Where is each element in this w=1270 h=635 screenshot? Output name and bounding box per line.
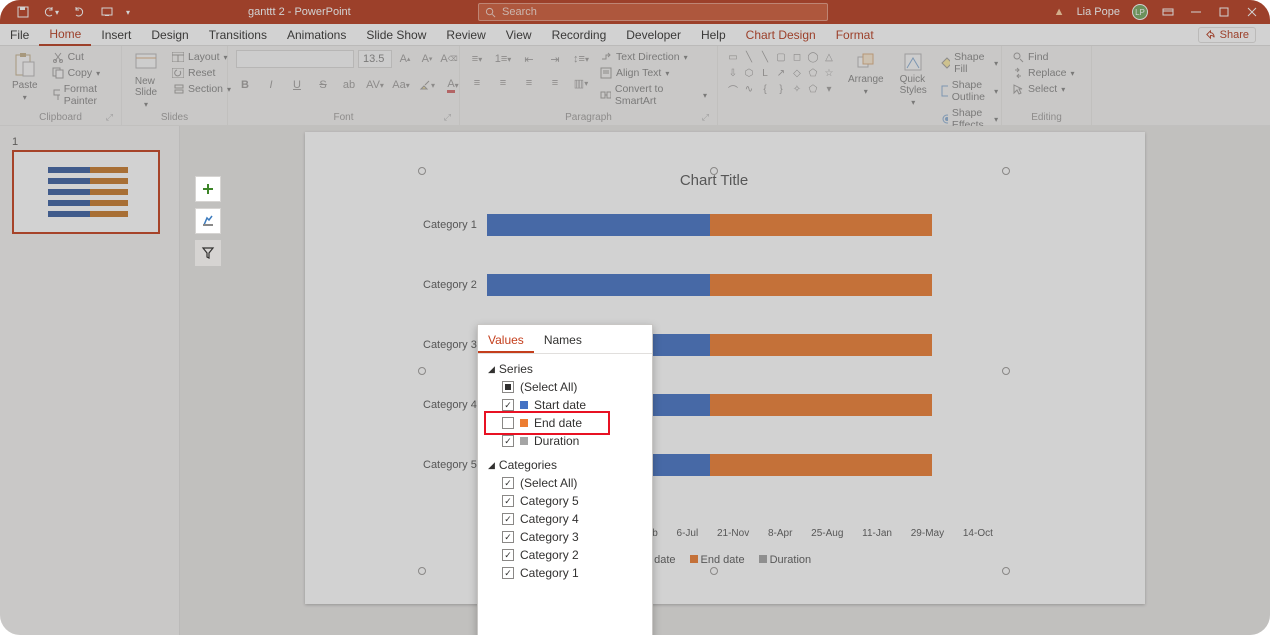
avatar[interactable]: LP	[1132, 4, 1148, 20]
tab-view[interactable]: View	[496, 24, 542, 46]
menubar: File Home Insert Design Transitions Anim…	[0, 24, 1270, 46]
filter-categories-header[interactable]: ◢Categories	[488, 458, 642, 472]
filter-cat-5[interactable]: Category 5	[488, 492, 642, 510]
align-center-icon[interactable]: ≡	[494, 74, 512, 92]
shape-fill-button[interactable]: Shape Fill ▾	[939, 50, 1000, 76]
chart-elements-button[interactable]	[195, 176, 221, 202]
start-from-beginning-icon[interactable]	[98, 3, 116, 21]
convert-smartart-button[interactable]: Convert to SmartArt ▾	[598, 82, 709, 108]
reset-button[interactable]: Reset	[170, 66, 233, 80]
align-text-button[interactable]: Align Text ▾	[598, 66, 709, 80]
select-button[interactable]: Select ▾	[1010, 82, 1077, 96]
replace-button[interactable]: Replace ▾	[1010, 66, 1077, 80]
new-slide-button[interactable]: New Slide ▾	[130, 50, 162, 111]
thumb-number: 1	[12, 136, 167, 148]
tab-insert[interactable]: Insert	[91, 24, 141, 46]
format-painter-button[interactable]: Format Painter	[50, 82, 113, 108]
shape-outline-button[interactable]: Shape Outline ▾	[939, 78, 1000, 104]
tab-transitions[interactable]: Transitions	[199, 24, 277, 46]
minimize-icon[interactable]	[1188, 7, 1204, 17]
maximize-icon[interactable]	[1216, 7, 1232, 17]
highlight-icon[interactable]: ▾	[418, 76, 436, 94]
share-button[interactable]: Share	[1198, 27, 1256, 43]
filter-cat-1[interactable]: Category 1	[488, 564, 642, 582]
save-icon[interactable]	[14, 3, 32, 21]
filter-series-startdate[interactable]: Start date	[488, 396, 642, 414]
increase-font-icon[interactable]: A▴	[396, 50, 414, 68]
clear-formatting-icon[interactable]: A⌫	[440, 50, 458, 68]
tab-file[interactable]: File	[0, 24, 39, 46]
quick-styles-button[interactable]: Quick Styles▾	[896, 50, 931, 109]
paste-button[interactable]: Paste ▾	[8, 50, 42, 104]
columns-icon[interactable]: ▥▾	[572, 74, 590, 92]
alert-icon[interactable]: ▲	[1054, 6, 1065, 18]
indent-left-icon[interactable]: ⇤	[520, 50, 538, 68]
tab-recording[interactable]: Recording	[542, 24, 617, 46]
redo-icon[interactable]	[70, 3, 88, 21]
decrease-font-icon[interactable]: A▾	[418, 50, 436, 68]
tab-format[interactable]: Format	[826, 24, 884, 46]
tab-developer[interactable]: Developer	[616, 24, 691, 46]
char-spacing-icon[interactable]: AV▾	[366, 76, 384, 94]
chart-styles-button[interactable]	[195, 208, 221, 234]
copy-button[interactable]: Copy ▾	[50, 66, 113, 80]
slide-thumbnails[interactable]: 1	[0, 126, 180, 635]
indent-right-icon[interactable]: ⇥	[546, 50, 564, 68]
line-spacing-icon[interactable]: ↕≡▾	[572, 50, 590, 68]
close-icon[interactable]	[1244, 7, 1260, 17]
tab-help[interactable]: Help	[691, 24, 736, 46]
filter-cat-2[interactable]: Category 2	[488, 546, 642, 564]
numbering-icon[interactable]: 1≡▾	[494, 50, 512, 68]
bullets-icon[interactable]: ≡▾	[468, 50, 486, 68]
undo-icon[interactable]: ▾	[42, 3, 60, 21]
text-direction-button[interactable]: Text Direction ▾	[598, 50, 709, 64]
align-left-icon[interactable]: ≡	[468, 74, 486, 92]
filter-cat-selectall[interactable]: (Select All)	[488, 474, 642, 492]
find-button[interactable]: Find	[1010, 50, 1077, 64]
justify-icon[interactable]: ≡	[546, 74, 564, 92]
change-case-icon[interactable]: Aa▾	[392, 76, 410, 94]
slide-thumb-1[interactable]	[12, 150, 160, 234]
strike-icon[interactable]: S	[314, 76, 332, 94]
section-button[interactable]: Section ▾	[170, 82, 233, 96]
tab-animations[interactable]: Animations	[277, 24, 356, 46]
chart-filter-panel: Values Names ◢Series (Select All) Start …	[477, 324, 653, 635]
layout-button[interactable]: Layout ▾	[170, 50, 233, 64]
italic-icon[interactable]: I	[262, 76, 280, 94]
slide: Chart Title Category 1 Category 2 Catego…	[305, 132, 1145, 604]
bold-icon[interactable]: B	[236, 76, 254, 94]
filter-series-enddate[interactable]: End date	[488, 414, 642, 432]
tab-design[interactable]: Design	[141, 24, 198, 46]
cut-button[interactable]: Cut	[50, 50, 113, 64]
tab-slideshow[interactable]: Slide Show	[356, 24, 436, 46]
shadow-icon[interactable]: ab	[340, 76, 358, 94]
search-placeholder: Search	[502, 6, 537, 18]
arrange-button[interactable]: Arrange▾	[844, 50, 888, 98]
filter-series-header[interactable]: ◢Series	[488, 362, 642, 376]
titlebar: ▾ ▾ ganttt 2 - PowerPoint Search ▲ Lia P…	[0, 0, 1270, 24]
filter-series-duration[interactable]: Duration	[488, 432, 642, 450]
filter-tab-values[interactable]: Values	[478, 329, 534, 353]
filter-cat-3[interactable]: Category 3	[488, 528, 642, 546]
filter-series-selectall[interactable]: (Select All)	[488, 378, 642, 396]
tab-review[interactable]: Review	[436, 24, 495, 46]
ribbon: Paste ▾ Cut Copy ▾ Format Painter Clipbo…	[0, 46, 1270, 126]
tab-chart-design[interactable]: Chart Design	[736, 24, 826, 46]
tab-home[interactable]: Home	[39, 24, 91, 46]
font-size-input[interactable]: 13.5	[358, 50, 392, 68]
shapes-gallery[interactable]: ▭╲╲▢◻◯△ ⇩⬡L↗◇⬠☆ ⌒∿{}✧⬠▾	[726, 50, 836, 96]
underline-icon[interactable]: U	[288, 76, 306, 94]
ribbon-options-icon[interactable]	[1160, 6, 1176, 18]
slide-canvas[interactable]: Chart Title Category 1 Category 2 Catego…	[180, 126, 1270, 635]
filter-cat-4[interactable]: Category 4	[488, 510, 642, 528]
align-right-icon[interactable]: ≡	[520, 74, 538, 92]
qat-more-icon[interactable]: ▾	[126, 8, 130, 17]
document-title: ganttt 2 - PowerPoint	[248, 6, 351, 18]
font-name-input[interactable]	[236, 50, 354, 68]
search-input[interactable]: Search	[478, 3, 828, 21]
user-name[interactable]: Lia Pope	[1077, 6, 1120, 18]
filter-tab-names[interactable]: Names	[534, 329, 592, 353]
chart-filter-button[interactable]	[195, 240, 221, 266]
